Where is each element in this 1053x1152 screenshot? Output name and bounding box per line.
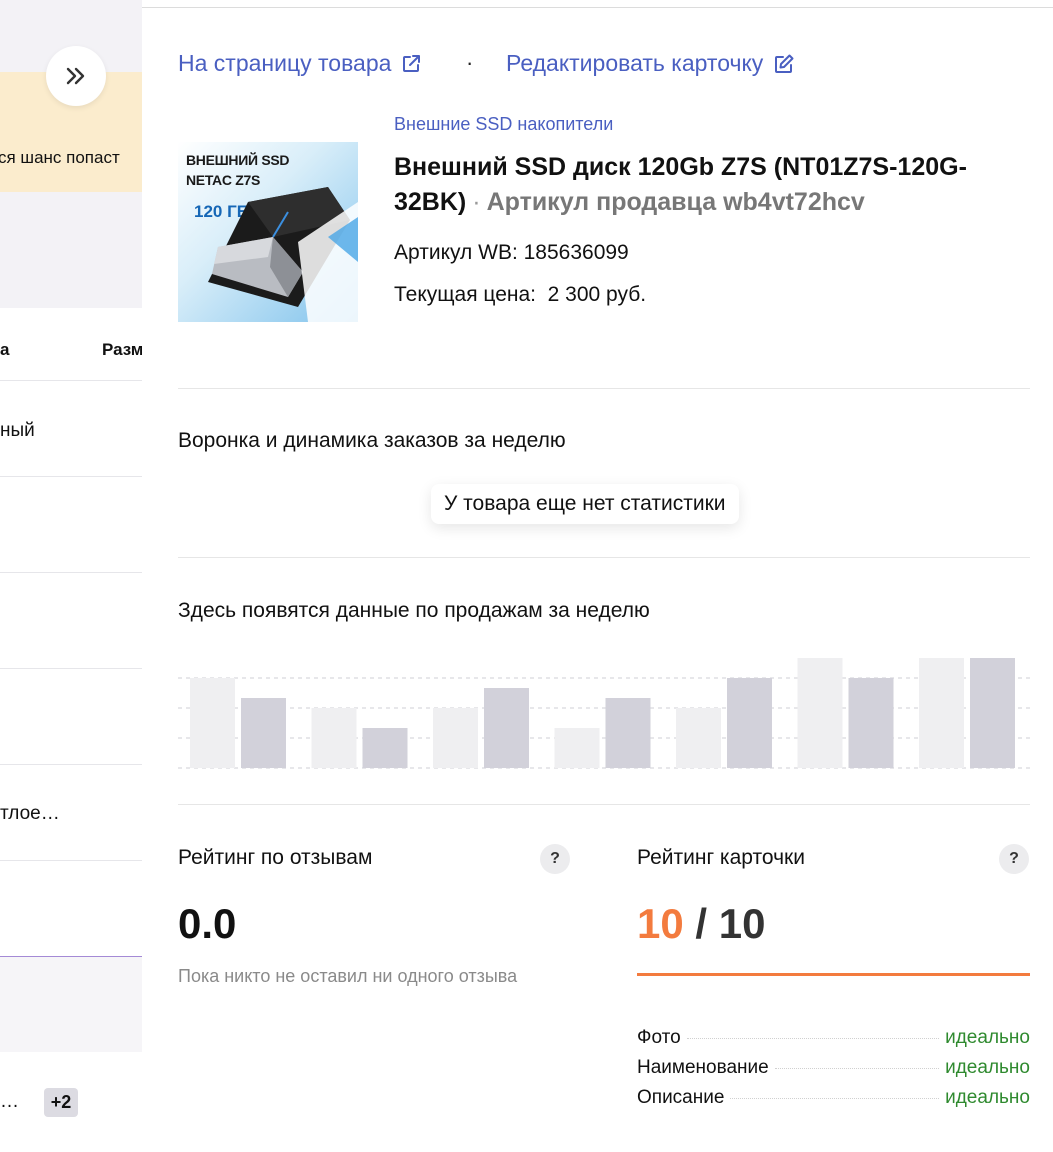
table-header: а (0, 340, 10, 359)
edit-card-link-label: Редактировать карточку (506, 50, 764, 76)
chart-bar (362, 728, 408, 768)
chart-bar (554, 728, 600, 768)
chart-bar (727, 678, 772, 768)
chart-bar (311, 708, 357, 768)
chart-bar (241, 698, 286, 768)
product-page-link[interactable]: На страницу товара (178, 50, 421, 77)
chart-bar (433, 708, 478, 768)
funnel-section-title: Воронка и динамика заказов за неделю (178, 429, 566, 452)
rating-criterion-row: Наименование идеально (637, 1057, 1030, 1081)
sales-section-title: Здесь появятся данные по продажам за нед… (178, 599, 650, 622)
row-divider (0, 860, 142, 861)
dotted-leader (774, 1068, 940, 1069)
table-cell: … (0, 1091, 19, 1112)
criterion-label: Описание (637, 1087, 725, 1108)
seller-article: Артикул продавца wb4vt72hcv (486, 188, 865, 216)
sales-placeholder-chart (178, 658, 1030, 769)
dotted-leader (686, 1038, 940, 1039)
row-divider (0, 668, 142, 669)
criterion-value: идеально (945, 1087, 1030, 1108)
edit-card-link[interactable]: Редактировать карточку (506, 50, 795, 77)
divider (178, 804, 1030, 805)
title-separator: · (472, 188, 481, 216)
chart-bar (190, 678, 235, 768)
background-page: ся шанс попаст а Разм ный тлое… … +2 (0, 0, 142, 1152)
reviews-empty-caption: Пока никто не оставил ни одного отзыва (178, 966, 518, 986)
reviews-rating-help-icon[interactable]: ? (540, 844, 570, 874)
card-rating-help-icon[interactable]: ? (999, 844, 1029, 874)
criterion-label: Наименование (637, 1057, 769, 1078)
collapse-panel-button[interactable] (46, 46, 106, 106)
reviews-rating-title: Рейтинг по отзывам (178, 846, 373, 869)
product-category-link[interactable]: Внешние SSD накопители (394, 114, 613, 135)
dotted-leader (730, 1098, 940, 1099)
rating-criterion-row: Описание идеально (637, 1087, 1030, 1111)
table-row (0, 957, 142, 1052)
chart-bar (605, 698, 651, 768)
criterion-value: идеально (945, 1057, 1030, 1078)
chart-bar (676, 708, 721, 768)
product-title: Внешний SSD диск 120Gb Z7S (NT01Z7S-120G… (394, 150, 1014, 220)
card-rating-progress-bar (637, 973, 1030, 976)
row-divider (0, 380, 142, 381)
chart-bar (970, 658, 1015, 768)
card-rating-score: 10 (637, 900, 684, 947)
card-rating-value: 10 / 10 (637, 900, 765, 948)
links-separator: · (466, 50, 474, 75)
divider (178, 388, 1030, 389)
table-cell: тлое… (0, 803, 60, 824)
chart-bar (484, 688, 529, 768)
card-rating-title: Рейтинг карточки (637, 846, 805, 869)
criterion-label: Фото (637, 1027, 681, 1048)
edit-icon (775, 54, 794, 73)
double-chevron-right-icon (66, 67, 85, 85)
more-badge[interactable]: +2 (44, 1088, 78, 1117)
table-cell: ный (0, 420, 35, 441)
card-rating-separator: / (683, 900, 719, 947)
table-header: Разм (102, 340, 142, 359)
row-divider (0, 476, 142, 477)
no-statistics-tooltip: У товара еще нет статистики (431, 484, 739, 524)
wb-article: Артикул WB: 185636099 (394, 241, 629, 264)
panel-top-border (142, 7, 1053, 8)
promo-banner-text: ся шанс попаст (0, 148, 120, 167)
row-divider (0, 572, 142, 573)
rating-criterion-row: Фото идеально (637, 1027, 1030, 1051)
divider (178, 557, 1030, 558)
product-image[interactable]: ВНЕШНИЙ SSD NETAC Z7S 120 ГБ (178, 142, 358, 322)
ssd-drive-illustration (208, 187, 358, 322)
product-page-link-label: На страницу товара (178, 50, 392, 76)
product-side-panel: На страницу товара · Редактировать карто… (142, 0, 1053, 1152)
row-divider (0, 764, 142, 765)
criterion-value: идеально (945, 1027, 1030, 1048)
reviews-rating-value: 0.0 (178, 900, 237, 947)
chart-bar (848, 678, 894, 768)
chart-bar (919, 658, 964, 768)
current-price: Текущая цена: 2 300 руб. (394, 283, 647, 306)
chart-bar (797, 658, 843, 768)
card-rating-max: 10 (718, 900, 766, 947)
external-link-icon (403, 54, 421, 72)
